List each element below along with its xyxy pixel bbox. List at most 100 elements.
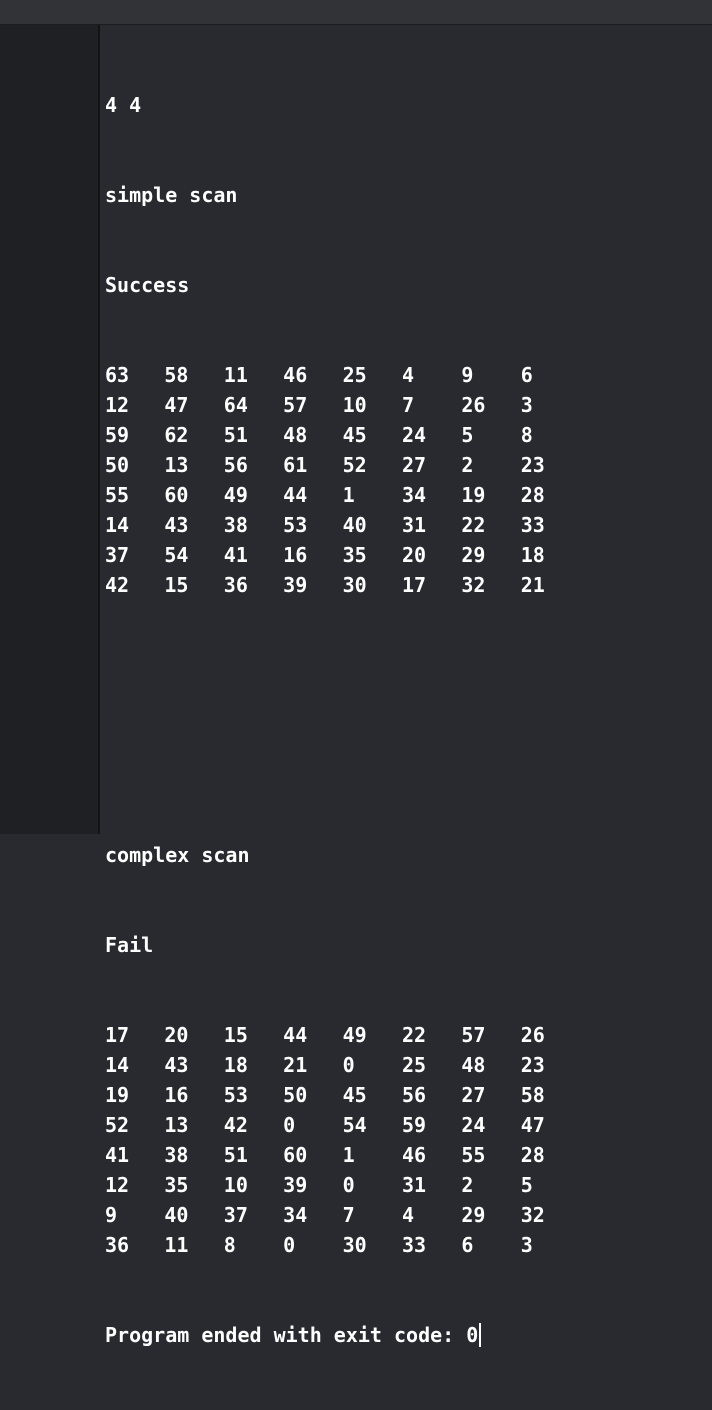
matrix-cell: 22 bbox=[461, 513, 486, 537]
matrix-cell: 41 bbox=[223, 543, 248, 567]
matrix-cell: 23 bbox=[520, 1053, 545, 1077]
matrix-cell: 14 bbox=[105, 1053, 130, 1077]
matrix-cell: 37 bbox=[105, 543, 130, 567]
matrix-row: 12 47 64 57 10 7 26 3 bbox=[105, 390, 580, 420]
matrix-cell: 8 bbox=[520, 423, 533, 447]
matrix-cell: 51 bbox=[223, 1143, 248, 1167]
matrix-cell: 30 bbox=[342, 1233, 367, 1257]
title-bar bbox=[0, 0, 712, 25]
matrix-cell: 61 bbox=[283, 453, 308, 477]
matrix-cell: 2 bbox=[461, 1173, 474, 1197]
matrix-cell: 43 bbox=[164, 1053, 189, 1077]
matrix-cell: 7 bbox=[401, 393, 414, 417]
left-gutter bbox=[0, 25, 100, 834]
matrix-cell: 28 bbox=[520, 1143, 545, 1167]
matrix-cell: 53 bbox=[283, 513, 308, 537]
matrix-cell: 17 bbox=[401, 573, 427, 597]
matrix-row: 14 43 18 21 0 25 48 23 bbox=[105, 1050, 580, 1080]
matrix-cell: 24 bbox=[401, 423, 427, 447]
matrix-cell: 56 bbox=[223, 453, 248, 477]
matrix-cell: 60 bbox=[164, 483, 189, 507]
matrix-cell: 35 bbox=[342, 543, 367, 567]
matrix-cell: 16 bbox=[164, 1083, 189, 1107]
header-line: 4 4 bbox=[105, 93, 142, 117]
matrix-cell: 8 bbox=[223, 1233, 236, 1257]
matrix-cell: 34 bbox=[401, 483, 427, 507]
matrix-cell: 46 bbox=[401, 1143, 427, 1167]
simple-scan-status: Success bbox=[105, 273, 190, 297]
matrix-cell: 15 bbox=[223, 1023, 248, 1047]
matrix-row: 9 40 37 34 7 4 29 32 bbox=[105, 1200, 580, 1230]
matrix-cell: 37 bbox=[223, 1203, 248, 1227]
matrix-cell: 22 bbox=[401, 1023, 427, 1047]
matrix-cell: 49 bbox=[342, 1023, 367, 1047]
matrix-row: 37 54 41 16 35 20 29 18 bbox=[105, 540, 580, 570]
matrix-cell: 60 bbox=[283, 1143, 308, 1167]
matrix-cell: 1 bbox=[342, 1143, 355, 1167]
complex-scan-matrix: 17 20 15 44 49 22 57 26 14 43 18 21 0 25 48 23 19 16 53 50 4… bbox=[105, 1020, 580, 1260]
matrix-row: 63 58 11 46 25 4 9 6 bbox=[105, 360, 580, 390]
matrix-cell: 49 bbox=[223, 483, 248, 507]
matrix-cell: 15 bbox=[164, 573, 189, 597]
matrix-cell: 4 bbox=[401, 363, 414, 387]
matrix-cell: 27 bbox=[401, 453, 427, 477]
matrix-cell: 11 bbox=[164, 1233, 189, 1257]
matrix-cell: 54 bbox=[342, 1113, 367, 1137]
matrix-cell: 45 bbox=[342, 423, 367, 447]
matrix-cell: 36 bbox=[223, 573, 248, 597]
matrix-cell: 40 bbox=[164, 1203, 189, 1227]
matrix-cell: 50 bbox=[105, 453, 130, 477]
matrix-cell: 14 bbox=[105, 513, 130, 537]
matrix-cell: 57 bbox=[283, 393, 308, 417]
matrix-cell: 13 bbox=[164, 453, 189, 477]
matrix-cell: 5 bbox=[461, 423, 474, 447]
matrix-cell: 55 bbox=[105, 483, 130, 507]
matrix-row: 36 11 8 0 30 33 6 3 bbox=[105, 1230, 580, 1260]
matrix-row: 41 38 51 60 1 46 55 28 bbox=[105, 1140, 580, 1170]
matrix-cell: 62 bbox=[164, 423, 189, 447]
matrix-cell: 32 bbox=[520, 1203, 545, 1227]
matrix-cell: 38 bbox=[223, 513, 248, 537]
console-text: 4 4 simple scan Success 63 58 11 46 25 4 9 6 12 4… bbox=[105, 30, 580, 1410]
matrix-cell: 0 bbox=[342, 1053, 355, 1077]
matrix-cell: 58 bbox=[164, 363, 189, 387]
matrix-cell: 48 bbox=[283, 423, 308, 447]
matrix-cell: 42 bbox=[223, 1113, 248, 1137]
matrix-cell: 52 bbox=[342, 453, 367, 477]
matrix-cell: 56 bbox=[401, 1083, 427, 1107]
matrix-cell: 45 bbox=[342, 1083, 367, 1107]
matrix-cell: 42 bbox=[105, 573, 130, 597]
matrix-cell: 53 bbox=[223, 1083, 248, 1107]
matrix-cell: 3 bbox=[520, 1233, 533, 1257]
matrix-cell: 23 bbox=[520, 453, 545, 477]
matrix-cell: 29 bbox=[461, 1203, 486, 1227]
matrix-cell: 10 bbox=[342, 393, 367, 417]
matrix-cell: 0 bbox=[283, 1233, 296, 1257]
matrix-cell: 55 bbox=[461, 1143, 486, 1167]
matrix-cell: 31 bbox=[401, 513, 427, 537]
matrix-cell: 34 bbox=[283, 1203, 308, 1227]
console-output-area[interactable]: 4 4 simple scan Success 63 58 11 46 25 4 9 6 12 4… bbox=[100, 25, 712, 1347]
matrix-cell: 25 bbox=[401, 1053, 427, 1077]
matrix-cell: 27 bbox=[461, 1083, 486, 1107]
matrix-cell: 0 bbox=[283, 1113, 296, 1137]
matrix-cell: 58 bbox=[520, 1083, 545, 1107]
matrix-cell: 19 bbox=[105, 1083, 130, 1107]
matrix-cell: 7 bbox=[342, 1203, 355, 1227]
matrix-cell: 18 bbox=[223, 1053, 248, 1077]
matrix-cell: 64 bbox=[223, 393, 248, 417]
matrix-cell: 12 bbox=[105, 1173, 130, 1197]
matrix-cell: 24 bbox=[461, 1113, 486, 1137]
matrix-cell: 26 bbox=[461, 393, 486, 417]
matrix-cell: 39 bbox=[283, 573, 308, 597]
matrix-cell: 44 bbox=[283, 1023, 308, 1047]
matrix-cell: 48 bbox=[461, 1053, 486, 1077]
matrix-cell: 2 bbox=[461, 453, 474, 477]
complex-scan-title: complex scan bbox=[105, 843, 250, 867]
exit-message: Program ended with exit code: 0 bbox=[105, 1323, 479, 1347]
matrix-row: 59 62 51 48 45 24 5 8 bbox=[105, 420, 580, 450]
matrix-cell: 19 bbox=[461, 483, 486, 507]
matrix-cell: 6 bbox=[520, 363, 533, 387]
matrix-row: 14 43 38 53 40 31 22 33 bbox=[105, 510, 580, 540]
